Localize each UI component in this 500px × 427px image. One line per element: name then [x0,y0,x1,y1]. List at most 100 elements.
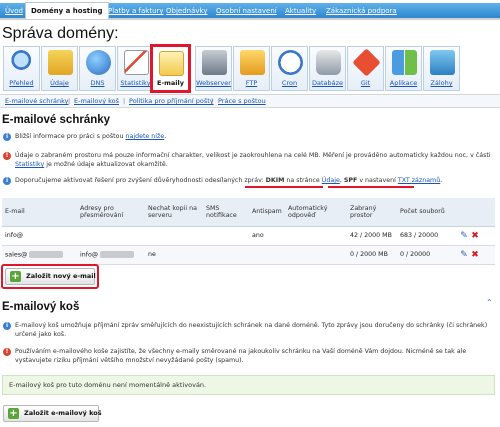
top-navigation: Úvod Domény a hosting Platby a faktury O… [0,0,500,20]
info-icon: i [3,177,11,185]
cell-copy: ne [145,245,203,265]
tool-databaze[interactable]: Databáze [309,46,346,91]
table-row: info@ ano 42 / 2000 MB 683 / 20000 ✎ ✖ [2,226,495,246]
tool-statistiky[interactable]: Statistiky [117,46,154,91]
cell-space: 0 / 2000 MB [347,245,397,265]
tool-label: Cron [281,79,298,87]
link-statistiky[interactable]: Statistiky [15,161,44,168]
highlight-underline [328,186,414,188]
tab-domeny-a-hosting[interactable]: Domény a hosting [25,2,109,19]
database-icon [316,50,341,75]
tool-label: Statistiky [120,79,151,87]
col-space: Zabraný prostor [347,198,397,227]
cell-forward [77,226,145,246]
cell-autoreply [285,226,347,246]
subnav-emailovy-kos[interactable]: E-mailový koš [74,97,119,105]
mailboxes-table: E-mail Adresy pro přesměrování Nechat ko… [2,198,495,265]
edit-icon[interactable]: ✎ [459,250,469,260]
cell-antispam [249,245,285,265]
col-antispam: Antispam [249,198,285,227]
server-icon [202,50,227,75]
envelope-icon [159,51,184,76]
tool-label: Aplikace [389,79,418,87]
tool-webserver[interactable]: Webserver [195,46,232,91]
cell-email: sales@ [2,245,77,265]
add-trash-button[interactable]: + Založit e-mailový koš [3,405,102,422]
cell-autoreply [285,245,347,265]
tab-uvod[interactable]: Úvod [2,4,26,18]
edit-icon[interactable]: ✎ [459,231,469,241]
tool-label: Webserver [196,79,231,87]
delete-icon[interactable]: ✖ [470,231,480,241]
col-sms: SMS notifikace [203,198,249,227]
redacted-domain [29,250,64,258]
tool-e-maily[interactable]: E-maily [150,44,191,93]
cell-antispam: ano [249,226,285,246]
page-title: Správa domény: [2,25,119,42]
tab-objednavky[interactable]: Objednávky [163,4,210,18]
cell-files: 683 / 20000 [397,226,455,246]
tool-git[interactable]: Git [347,46,384,91]
plus-icon: + [8,408,19,419]
tool-label: DNS [90,79,105,87]
warning-icon: ! [3,152,11,160]
tab-platby-a-faktury[interactable]: Platby a faktury [105,4,167,18]
tool-prehled[interactable]: Přehled [3,46,40,91]
subnav-emailove-schranky[interactable]: E-mailové schránky [5,97,69,105]
tab-zakaznicka-podpora[interactable]: Zákaznická podpora [323,4,400,18]
col-email: E-mail [2,198,77,227]
col-files: Počet souborů [397,198,455,227]
domain-toolbar: Přehled Údaje DNS Statistiky E-maily Web… [0,44,500,94]
add-email-button[interactable]: + Založit nový e-mail [5,268,96,285]
tool-ftp[interactable]: FTP [233,46,270,91]
trash-status-notice: E-mailový koš pro tuto doménu není momen… [2,375,495,395]
col-copy: Nechat kopii na serveru [145,198,203,227]
mailboxes-title: E-mailové schránky [2,114,111,126]
tool-aplikace[interactable]: Aplikace [385,46,422,91]
chart-icon [124,50,149,75]
col-actions [455,198,495,227]
tool-cron[interactable]: Cron [271,46,308,91]
tool-dns[interactable]: DNS [79,46,116,91]
subnav-separator: | [211,97,214,105]
link-udaje[interactable]: Údaje [322,177,340,184]
apps-icon [392,50,417,75]
info-text: Doporučujeme aktivovat řešení pro zvýšen… [15,177,443,184]
table-header-row: E-mail Adresy pro přesměrování Nechat ko… [2,198,495,227]
tool-label: Git [360,79,371,87]
warning-icon: ! [3,348,11,356]
subnav-prace-s-postou[interactable]: Práce s poštou [218,97,266,105]
magnifier-icon [10,50,35,75]
subnav-politika[interactable]: Politika pro příjmání pošty [129,97,214,105]
clock-icon [278,50,303,75]
tool-label: Přehled [9,79,34,87]
info-text: Používáním e-mailového koše zajistíte, ž… [15,348,467,364]
redacted-domain [100,250,135,258]
tool-label: Údaje [50,79,69,87]
cell-actions: ✎ ✖ [455,245,495,265]
scroll-up-icon[interactable]: ⌃ [486,298,493,307]
trash-title: E-mailový koš [2,301,80,313]
subnav-separator: | [68,97,71,105]
info-row-recommend: i Doporučujeme aktivovat řešení pro zvýš… [2,176,497,186]
upload-icon [48,50,73,75]
globe-icon [86,50,111,75]
tab-aktuality[interactable]: Aktuality [282,4,319,18]
tool-zalohy[interactable]: Zálohy [423,46,460,91]
cell-sms [203,245,249,265]
tool-label: E-maily [157,79,184,87]
col-forward: Adresy pro přesměrování [77,198,145,227]
tab-osobni-nastaveni[interactable]: Osobní nastavení [213,4,280,18]
info-icon: i [3,322,11,330]
cell-copy [145,226,203,246]
cell-space: 42 / 2000 MB [347,226,397,246]
tool-label: Databáze [311,79,344,87]
delete-icon[interactable]: ✖ [470,250,480,260]
highlight-underline [245,186,323,188]
tool-udaje[interactable]: Údaje [41,46,78,91]
plus-icon: + [10,271,21,282]
cell-files: 0 / 20000 [397,245,455,265]
info-icon: i [3,133,11,141]
link-txt-zaznamu[interactable]: TXT záznamů [398,177,440,184]
link-najdete-nize[interactable]: najdete níže [125,133,164,140]
